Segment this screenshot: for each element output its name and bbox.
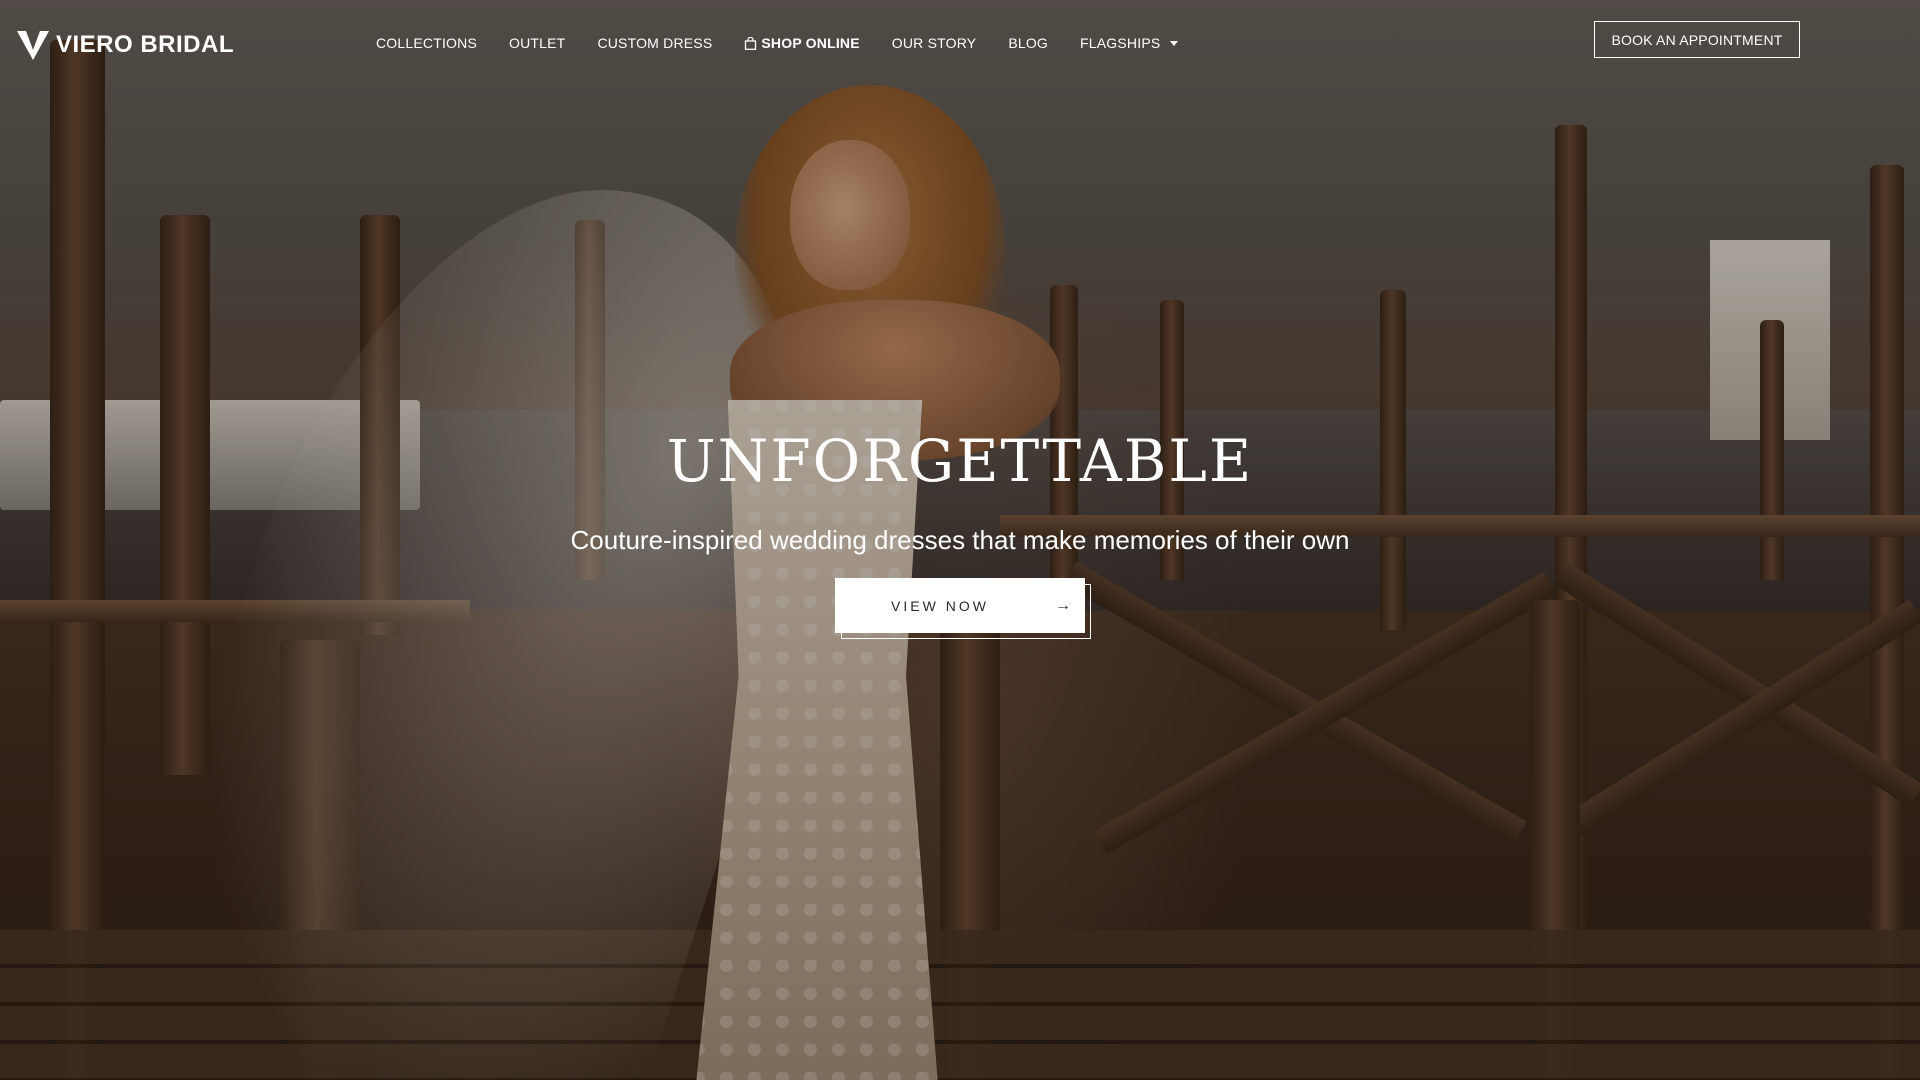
nav-item-label: OUTLET	[509, 35, 566, 51]
nav-item-label: SHOP ONLINE	[761, 35, 860, 51]
nav-item-blog[interactable]: BLOG	[1008, 35, 1048, 51]
view-now-label: VIEW NOW	[891, 597, 989, 614]
hero-section: VIERO BRIDAL COLLECTIONS OUTLET CUSTOM D…	[0, 0, 1920, 1080]
book-appointment-button[interactable]: BOOK AN APPOINTMENT	[1594, 21, 1800, 58]
arrow-right-icon: →	[1055, 597, 1071, 614]
shopping-bag-icon	[745, 36, 757, 50]
site-header: VIERO BRIDAL COLLECTIONS OUTLET CUSTOM D…	[0, 0, 1920, 90]
hero-title: UNFORGETTABLE	[666, 427, 1254, 495]
main-nav: COLLECTIONS OUTLET CUSTOM DRESS SHOP ONL…	[376, 35, 1210, 51]
caret-down-icon	[1170, 40, 1179, 46]
nav-item-label: COLLECTIONS	[376, 35, 477, 51]
nav-item-collections[interactable]: COLLECTIONS	[376, 35, 477, 51]
nav-item-outlet[interactable]: OUTLET	[509, 35, 565, 51]
nav-item-label: CUSTOM DRESS	[597, 35, 713, 51]
view-now-button[interactable]: VIEW NOW →	[835, 578, 1085, 633]
nav-item-custom-dress[interactable]: CUSTOM DRESS	[597, 35, 712, 51]
view-now-cta: VIEW NOW →	[835, 578, 1091, 639]
book-appointment-label: BOOK AN APPOINTMENT	[1611, 31, 1783, 48]
brand-logo-link[interactable]: VIERO BRIDAL	[16, 28, 234, 62]
brand-name: VIERO BRIDAL	[56, 31, 235, 58]
nav-item-our-story[interactable]: OUR STORY	[892, 35, 977, 51]
nav-item-flagships[interactable]: FLAGSHIPS	[1080, 35, 1179, 51]
nav-item-shop-online[interactable]: SHOP ONLINE	[744, 35, 860, 51]
nav-item-label: BLOG	[1008, 35, 1049, 51]
hero-subtitle: Couture-inspired wedding dresses that ma…	[570, 525, 1350, 555]
v-logo-icon	[17, 31, 49, 60]
nav-item-label: FLAGSHIPS	[1080, 35, 1161, 51]
nav-item-label: OUR STORY	[891, 35, 977, 51]
